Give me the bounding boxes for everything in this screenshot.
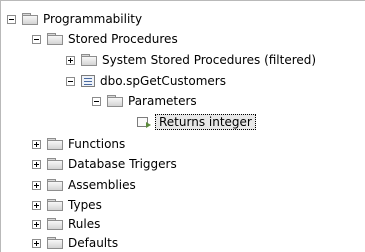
folder-icon [47, 138, 63, 150]
stored-procedure-icon [81, 75, 95, 87]
expand-icon[interactable] [32, 238, 41, 248]
tree-node-system-stored-procedures[interactable]: System Stored Procedures (filtered) [66, 51, 316, 69]
folder-icon [47, 179, 63, 191]
node-label[interactable]: Rules [68, 216, 100, 232]
object-explorer-tree: Programmability Stored Procedures System… [0, 0, 365, 252]
tree-node-programmability[interactable]: Programmability [7, 10, 142, 28]
collapse-icon[interactable] [32, 34, 41, 44]
expand-icon[interactable] [32, 139, 41, 149]
folder-icon [47, 237, 63, 249]
tree-node-rules[interactable]: Rules [32, 215, 100, 233]
node-label[interactable]: Stored Procedures [68, 31, 178, 47]
expand-icon[interactable] [32, 219, 41, 229]
folder-icon [47, 199, 63, 211]
expand-icon[interactable] [32, 159, 41, 169]
tree-node-database-triggers[interactable]: Database Triggers [32, 155, 177, 173]
node-label[interactable]: Defaults [68, 235, 118, 251]
node-label[interactable]: Types [68, 197, 102, 213]
tree-node-assemblies[interactable]: Assemblies [32, 176, 136, 194]
node-label[interactable]: System Stored Procedures (filtered) [102, 52, 316, 68]
node-label[interactable]: Programmability [43, 11, 142, 27]
collapse-icon[interactable] [7, 14, 16, 24]
folder-icon [22, 13, 38, 25]
expand-icon[interactable] [32, 200, 41, 210]
collapse-icon[interactable] [92, 96, 101, 106]
node-label[interactable]: dbo.spGetCustomers [100, 73, 226, 89]
node-label[interactable]: Assemblies [68, 177, 136, 193]
tree-node-functions[interactable]: Functions [32, 135, 125, 153]
node-label-selected[interactable]: Returns integer [155, 114, 256, 130]
folder-icon [107, 95, 123, 107]
tree-node-defaults[interactable]: Defaults [32, 234, 118, 252]
expand-icon[interactable] [66, 55, 75, 65]
node-label[interactable]: Database Triggers [68, 156, 177, 172]
folder-icon [47, 158, 63, 170]
collapse-icon[interactable] [66, 76, 75, 86]
tree-node-types[interactable]: Types [32, 196, 102, 214]
folder-icon [47, 218, 63, 230]
expand-icon[interactable] [32, 180, 41, 190]
node-label[interactable]: Parameters [128, 93, 197, 109]
tree-node-parameters[interactable]: Parameters [92, 92, 197, 110]
tree-node-sp-get-customers[interactable]: dbo.spGetCustomers [66, 72, 226, 90]
return-value-icon [137, 116, 151, 128]
node-label[interactable]: Functions [68, 136, 125, 152]
folder-icon [81, 54, 97, 66]
folder-icon [47, 33, 63, 45]
tree-node-stored-procedures[interactable]: Stored Procedures [32, 30, 178, 48]
tree-node-returns-integer[interactable]: Returns integer [137, 113, 256, 131]
